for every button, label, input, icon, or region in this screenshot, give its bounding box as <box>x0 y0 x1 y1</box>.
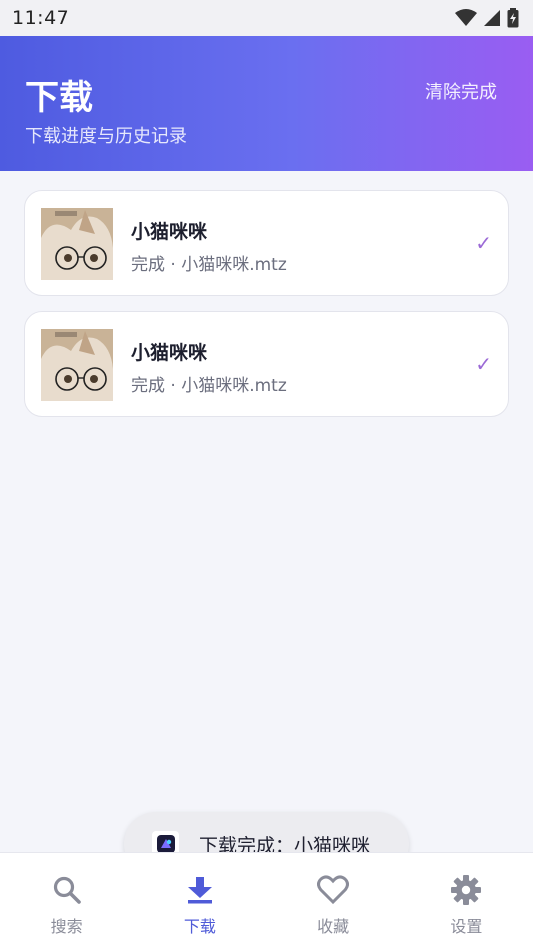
status-time: 11:47 <box>12 7 70 29</box>
battery-icon <box>507 8 519 28</box>
page-title: 下载 <box>25 78 93 118</box>
nav-label: 下载 <box>183 917 216 936</box>
download-title: 小猫咪咪 <box>131 342 208 364</box>
thumbnail <box>41 329 113 401</box>
download-title: 小猫咪咪 <box>131 221 208 243</box>
download-list: 小猫咪咪 完成 · 小猫咪咪.mtz ✓ 小猫咪咪 完成 · 小猫咪咪.mtz … <box>24 190 509 432</box>
download-meta: 完成 · 小猫咪咪.mtz <box>131 255 287 275</box>
wifi-icon <box>455 9 477 27</box>
page-subtitle: 下载进度与历史记录 <box>25 126 187 147</box>
download-item[interactable]: 小猫咪咪 完成 · 小猫咪咪.mtz ✓ <box>24 311 509 417</box>
nav-label: 设置 <box>450 917 483 936</box>
screen: 11:47 下载 下载进度与历史记录 清除完成 小猫咪咪 完成 · 小猫咪咪.m… <box>0 0 533 948</box>
bottom-nav: 搜索 下载 收藏 设置 <box>0 852 533 948</box>
check-icon: ✓ <box>475 231 492 255</box>
download-meta: 完成 · 小猫咪咪.mtz <box>131 376 287 396</box>
nav-label: 收藏 <box>317 917 350 936</box>
download-icon <box>183 873 217 907</box>
nav-label: 搜索 <box>50 917 83 936</box>
gear-icon <box>449 873 483 907</box>
search-icon <box>50 873 84 907</box>
clear-completed-button[interactable]: 清除完成 <box>425 78 497 104</box>
header: 下载 下载进度与历史记录 清除完成 <box>0 36 533 171</box>
signal-icon <box>483 9 501 27</box>
nav-item-favorites[interactable]: 收藏 <box>267 853 400 948</box>
nav-item-search[interactable]: 搜索 <box>0 853 133 948</box>
heart-icon <box>316 873 350 907</box>
status-icons <box>455 8 519 28</box>
nav-item-settings[interactable]: 设置 <box>400 853 533 948</box>
thumbnail <box>41 208 113 280</box>
nav-item-download[interactable]: 下载 <box>133 853 266 948</box>
download-item[interactable]: 小猫咪咪 完成 · 小猫咪咪.mtz ✓ <box>24 190 509 296</box>
check-icon: ✓ <box>475 352 492 376</box>
status-bar: 11:47 <box>0 0 533 36</box>
